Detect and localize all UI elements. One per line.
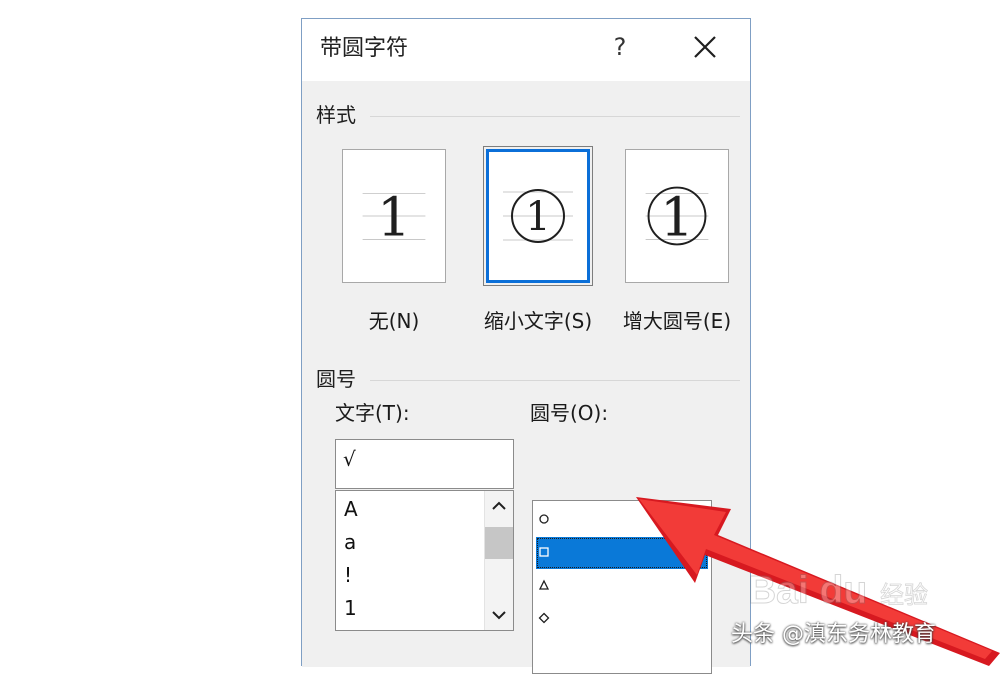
style-section-label: 样式	[316, 103, 356, 127]
chevron-up-icon	[492, 501, 506, 510]
watermark-subtitle: 经验	[880, 581, 929, 610]
baidu-watermark: Bai du 经验	[747, 568, 938, 622]
style-none-preview: 1	[362, 188, 426, 249]
watermark-brand: Bai du	[747, 569, 868, 613]
circle-list-item[interactable]	[536, 603, 708, 635]
style-enlarge-preview: 1	[645, 186, 709, 249]
close-icon	[694, 36, 716, 58]
small-circle-icon	[539, 514, 549, 524]
dialog-body: 样式 1 1 1 无(N) 缩小文字(S) 增大圆号(E) 圆号 文字(T): …	[302, 81, 750, 674]
small-triangle-icon	[538, 579, 550, 590]
style-enlarge-caption: 增大圆号(E)	[622, 309, 732, 333]
enclosed-characters-dialog: 带圆字符 ? 样式 1 1 1 无(N) 缩小文字(S) 增大圆号(E) 圆号 …	[301, 18, 751, 674]
style-shrink-preview: 1	[503, 189, 573, 243]
enclosure-section-label: 圆号	[316, 367, 356, 391]
chevron-down-icon	[492, 611, 506, 620]
help-button[interactable]: ?	[608, 30, 632, 64]
style-enlarge-glyph: 1	[660, 188, 694, 249]
dialog-titlebar: 带圆字符 ?	[302, 19, 750, 81]
scroll-thumb[interactable]	[485, 527, 513, 559]
text-list-item[interactable]: a	[344, 526, 474, 558]
source-credit: 头条 @滇东务林教育	[731, 622, 936, 647]
dialog-title: 带圆字符	[320, 36, 409, 61]
style-option-none[interactable]: 1	[342, 149, 446, 283]
scroll-up-button[interactable]	[485, 491, 513, 521]
small-square-icon	[539, 547, 549, 557]
circle-field-label: 圆号(O):	[530, 401, 609, 425]
circle-list[interactable]	[532, 500, 712, 674]
close-button[interactable]	[682, 30, 728, 66]
small-diamond-icon	[538, 612, 550, 624]
style-none-caption: 无(N)	[368, 309, 420, 333]
text-list-item[interactable]: 1	[344, 592, 474, 624]
text-field-label: 文字(T):	[335, 401, 410, 425]
text-list-item[interactable]: !	[344, 559, 474, 591]
text-list-scrollbar[interactable]	[484, 491, 513, 630]
style-section-divider	[370, 116, 740, 117]
text-list[interactable]: A a ! 1	[335, 490, 514, 631]
circle-list-item-selected[interactable]	[536, 537, 708, 569]
style-shrink-caption: 缩小文字(S)	[483, 309, 593, 333]
text-list-item[interactable]: A	[344, 493, 474, 525]
scroll-down-button[interactable]	[485, 600, 513, 630]
style-shrink-glyph: 1	[525, 194, 550, 240]
style-option-enlarge-circle[interactable]: 1	[625, 149, 729, 283]
circle-list-item[interactable]	[536, 504, 708, 536]
text-input[interactable]: √	[335, 439, 514, 489]
enclosure-section-divider	[370, 380, 740, 381]
circle-list-item[interactable]	[536, 570, 708, 602]
style-none-glyph: 1	[377, 188, 411, 249]
style-option-shrink-text[interactable]: 1	[483, 146, 593, 286]
